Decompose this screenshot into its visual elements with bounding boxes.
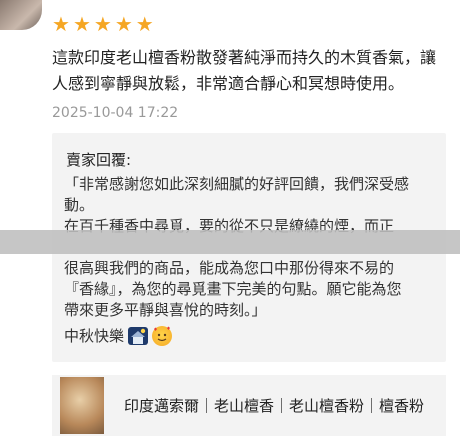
reply-title: 賣家回覆:: [66, 151, 132, 169]
product-card[interactable]: 印度邁索爾｜老山檀香｜老山檀香粉｜檀香粉: [52, 375, 446, 436]
star-icon: ★: [135, 12, 154, 36]
reply-sign-off: 中秋快樂: [64, 325, 173, 346]
reply-line: 很高興我們的商品，能成為您口中那份得來不易的: [64, 259, 395, 277]
star-rating: ★ ★ ★ ★ ★: [52, 14, 154, 34]
star-icon: ★: [72, 12, 91, 36]
star-icon: ★: [114, 12, 133, 36]
review-timestamp: 2025-10-04 17:22: [52, 105, 179, 121]
product-thumbnail[interactable]: [60, 377, 104, 434]
overlay-scroll-band: [0, 230, 460, 254]
star-icon: ★: [93, 12, 112, 36]
review-text: 這款印度老山檀香粉散發著純淨而持久的木質香氣，讓人感到寧靜與放鬆，非常適合靜心和…: [52, 48, 437, 93]
reply-line: 動。: [64, 196, 95, 214]
reviewer-avatar[interactable]: [0, 0, 42, 30]
reply-line: 「非常感謝您如此深刻細膩的好評回饋，我們深受感: [64, 175, 410, 193]
reply-line: 『香緣』，為您的尋覓畫下完美的句點。願它能為您: [64, 280, 402, 298]
moon-house-emoji-icon: [128, 326, 149, 345]
star-icon: ★: [52, 12, 70, 36]
reply-sign-text: 中秋快樂: [64, 327, 125, 345]
reply-line: 帶來更多平靜與喜悅的時刻。」: [64, 301, 267, 319]
smiling-face-hearts-emoji-icon: [152, 325, 173, 346]
product-title[interactable]: 印度邁索爾｜老山檀香｜老山檀香粉｜檀香粉: [124, 395, 436, 416]
